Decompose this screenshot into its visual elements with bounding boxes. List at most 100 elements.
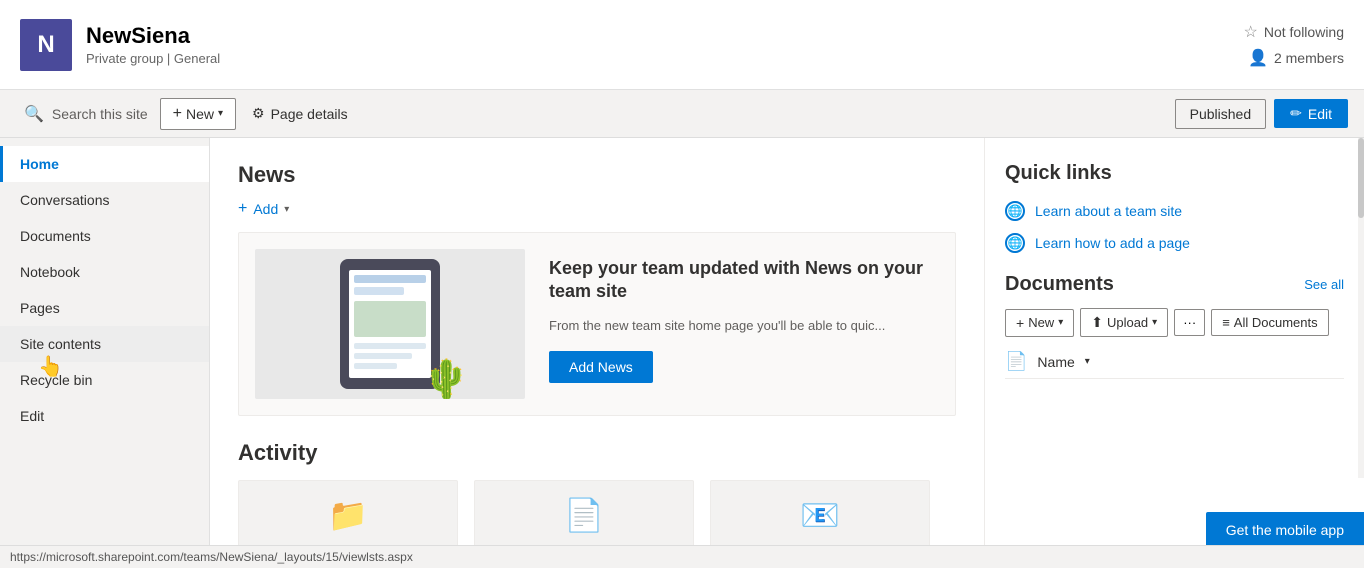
star-icon: ☆ [1244,22,1258,42]
published-label: Published [1190,106,1252,122]
all-docs-label: All Documents [1234,315,1318,330]
activity-card-1: 📁 [238,480,458,550]
activity-title: Activity [238,440,956,466]
sidebar: Home Conversations Documents Notebook Pa… [0,138,210,568]
edit-label: Edit [1308,106,1332,122]
sidebar-item-documents[interactable]: Documents [0,218,209,254]
docs-all-documents-button[interactable]: ≡ All Documents [1211,309,1328,336]
docs-upload-button[interactable]: ⬆ Upload ▾ [1080,308,1168,337]
scroll-thumb[interactable] [1358,138,1364,218]
plant-icon: 🌵 [423,361,470,399]
site-info: NewSiena Private group | General [86,23,220,66]
sidebar-item-recycle-bin[interactable]: Recycle bin [0,362,209,398]
members-label: 2 members [1274,50,1344,66]
status-url: https://microsoft.sharepoint.com/teams/N… [10,550,413,564]
page-details-button[interactable]: ⚙ Page details [240,99,360,128]
search-box[interactable]: 🔍 Search this site [16,100,156,128]
sidebar-item-label: Home [20,156,59,172]
docs-title: Documents [1005,273,1114,296]
news-text: Keep your team updated with News on your… [549,249,939,383]
globe-icon: 🌐 [1005,201,1025,221]
docs-name-header: 📄 Name ▾ [1005,345,1344,379]
quick-links-title: Quick links [1005,162,1344,185]
docs-upload-label: Upload [1107,315,1148,330]
not-following-label: Not following [1264,24,1344,40]
mobile-app-banner[interactable]: Get the mobile app [1206,512,1364,548]
add-button[interactable]: + Add ▾ [238,200,956,218]
sidebar-item-label: Recycle bin [20,372,92,388]
gear-icon: ⚙ [252,105,265,122]
sidebar-item-label: Site contents [20,336,101,352]
sidebar-item-home[interactable]: Home [0,146,209,182]
activity-card-2: 📄 [474,480,694,550]
quick-link-2-label: Learn how to add a page [1035,235,1190,251]
activity-section: Activity 📁 📄 📧 [238,440,956,550]
search-icon: 🔍 [24,104,44,124]
search-label: Search this site [52,106,148,122]
content-area: News + Add ▾ [210,138,1364,568]
news-card: 🌵 Keep your team updated with News on yo… [238,232,956,416]
plus-icon: + [1016,315,1024,331]
sidebar-item-notebook[interactable]: Notebook [0,254,209,290]
top-right-actions: ☆ Not following 👤 2 members [1244,22,1345,68]
globe-icon-2: 🌐 [1005,233,1025,253]
docs-header: Documents See all [1005,273,1344,296]
sidebar-item-label: Notebook [20,264,80,280]
news-description: From the new team site home page you'll … [549,316,939,336]
quick-links-section: Quick links 🌐 Learn about a team site 🌐 … [1005,162,1344,253]
sidebar-item-conversations[interactable]: Conversations [0,182,209,218]
scroll-indicator[interactable] [1358,138,1364,478]
site-meta: Private group | General [86,51,220,66]
person-icon: 👤 [1248,48,1268,68]
upload-icon: ⬆ [1091,314,1103,331]
status-bar: https://microsoft.sharepoint.com/teams/N… [0,545,1364,568]
copy-icon: 📄 [564,496,604,534]
documents-section: Documents See all + New ▾ ⬆ Upload ▾ ··· [1005,273,1344,379]
sidebar-item-site-contents[interactable]: 👆 Site contents [0,326,209,362]
docs-new-button[interactable]: + New ▾ [1005,309,1074,337]
outlook-icon: 📧 [800,496,840,534]
news-section: News + Add ▾ [238,162,956,416]
add-news-button[interactable]: Add News [549,351,653,383]
not-following-button[interactable]: ☆ Not following [1244,22,1345,42]
list-icon: ≡ [1222,315,1230,330]
sidebar-item-pages[interactable]: Pages [0,290,209,326]
main-layout: Home Conversations Documents Notebook Pa… [0,138,1364,568]
quick-link-1-label: Learn about a team site [1035,203,1182,219]
docs-more-button[interactable]: ··· [1174,309,1205,336]
site-avatar: N [20,19,72,71]
new-label: New [186,106,214,122]
new-button[interactable]: + New ▾ [160,98,236,130]
quick-link-1[interactable]: 🌐 Learn about a team site [1005,201,1344,221]
chevron-down-icon: ▾ [284,204,289,215]
published-button[interactable]: Published [1175,99,1267,129]
folder-icon: 📁 [328,496,368,534]
activity-cards: 📁 📄 📧 [238,480,956,550]
right-panel: Quick links 🌐 Learn about a team site 🌐 … [984,138,1364,568]
quick-link-2[interactable]: 🌐 Learn how to add a page [1005,233,1344,253]
sidebar-item-edit[interactable]: Edit [0,398,209,434]
add-label: Add [253,201,278,217]
file-icon: 📄 [1005,351,1027,372]
top-header: N NewSiena Private group | General ☆ Not… [0,0,1364,90]
sidebar-item-label: Edit [20,408,44,424]
news-image: 🌵 [255,249,525,399]
chevron-down-icon: ▾ [1058,317,1063,328]
sidebar-item-label: Pages [20,300,60,316]
edit-button[interactable]: ✏ Edit [1274,99,1348,128]
sidebar-item-label: Conversations [20,192,110,208]
see-all-link[interactable]: See all [1304,277,1344,292]
toolbar-left: 🔍 Search this site + New ▾ ⚙ Page detail… [16,98,360,130]
plus-icon: + [173,105,182,123]
docs-new-label: New [1028,315,1054,330]
chevron-down-icon: ▾ [1085,356,1090,367]
news-title: News [238,162,956,188]
name-column-label: Name [1037,354,1074,370]
site-name: NewSiena [86,23,220,49]
activity-card-3: 📧 [710,480,930,550]
page-details-label: Page details [271,106,348,122]
docs-toolbar: + New ▾ ⬆ Upload ▾ ··· ≡ All Documents [1005,308,1344,337]
news-headline: Keep your team updated with News on your… [549,257,939,304]
chevron-down-icon: ▾ [1152,317,1157,328]
members-button[interactable]: 👤 2 members [1248,48,1344,68]
